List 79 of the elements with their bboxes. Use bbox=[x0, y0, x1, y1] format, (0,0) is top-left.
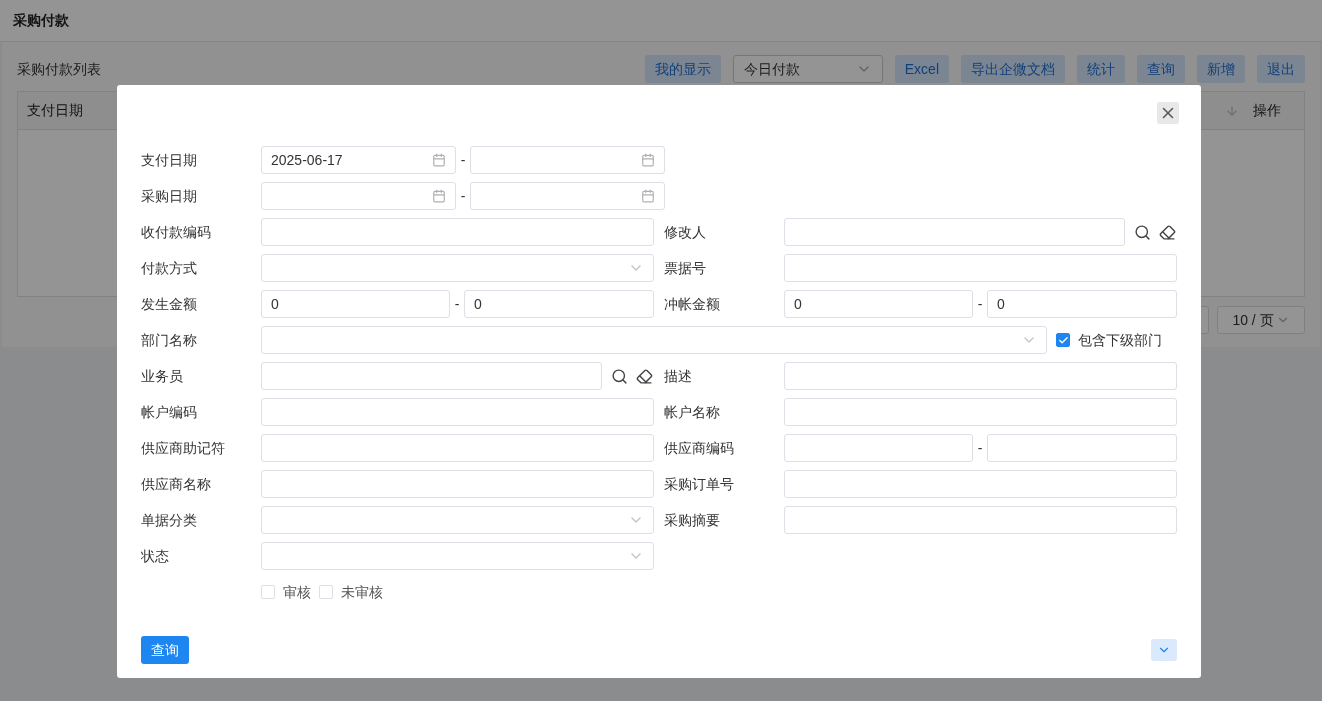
range-dash: - bbox=[459, 186, 467, 206]
field-label: 冲帐金额 bbox=[664, 294, 721, 314]
input-field[interactable] bbox=[261, 362, 602, 390]
field-label: 修改人 bbox=[664, 222, 707, 242]
input-field[interactable] bbox=[784, 470, 1177, 498]
view-select[interactable]: 今日付款 bbox=[732, 55, 883, 83]
list-title: 采购付款列表 bbox=[17, 59, 101, 79]
field-label: 描述 bbox=[664, 366, 693, 386]
input-field[interactable] bbox=[784, 218, 1125, 246]
field-label: 帐户编码 bbox=[141, 402, 198, 422]
checkbox[interactable] bbox=[1056, 333, 1070, 347]
field-label: 发生金额 bbox=[141, 294, 198, 314]
range-dash: - bbox=[976, 438, 984, 458]
toolbar-button[interactable]: 新增 bbox=[1197, 55, 1245, 83]
input-field[interactable] bbox=[784, 434, 973, 462]
toolbar-button[interactable]: 统计 bbox=[1077, 55, 1125, 83]
input-field[interactable]: 0 bbox=[464, 290, 654, 318]
field-label: 供应商名称 bbox=[141, 474, 212, 494]
field-label: 票据号 bbox=[664, 258, 707, 278]
select-field[interactable] bbox=[261, 506, 654, 534]
select-field[interactable] bbox=[261, 254, 654, 282]
toolbar-button[interactable]: 查询 bbox=[1137, 55, 1185, 83]
toolbar-button[interactable]: Excel bbox=[894, 55, 949, 83]
input-field[interactable] bbox=[784, 362, 1177, 390]
eraser-icon[interactable] bbox=[1159, 223, 1176, 241]
query-button[interactable]: 查询 bbox=[141, 636, 189, 664]
input-field[interactable]: 0 bbox=[784, 290, 973, 318]
field-label: 单据分类 bbox=[141, 510, 198, 530]
calendar-icon bbox=[432, 189, 446, 203]
calendar-icon bbox=[641, 189, 655, 203]
checkbox-label: 未审核 bbox=[341, 582, 383, 602]
select-field[interactable] bbox=[261, 326, 1047, 354]
date-field[interactable] bbox=[470, 146, 665, 174]
calendar-icon bbox=[641, 153, 655, 167]
search-icon[interactable] bbox=[611, 367, 628, 385]
toolbar-button[interactable]: 我的显示 bbox=[644, 55, 721, 83]
field-label: 部门名称 bbox=[141, 330, 198, 350]
checkbox-label: 审核 bbox=[283, 582, 311, 602]
range-dash: - bbox=[453, 294, 461, 314]
column-header: 操作 bbox=[1253, 101, 1281, 120]
sort-icon[interactable] bbox=[1225, 103, 1239, 118]
input-field[interactable] bbox=[261, 470, 654, 498]
input-field[interactable]: 0 bbox=[261, 290, 450, 318]
date-field[interactable]: 2025-06-17 bbox=[261, 146, 456, 174]
column-header: 支付日期 bbox=[27, 101, 83, 120]
range-dash: - bbox=[976, 294, 984, 314]
input-field[interactable] bbox=[261, 434, 654, 462]
close-button[interactable] bbox=[1157, 102, 1179, 124]
input-field[interactable] bbox=[261, 398, 654, 426]
date-field[interactable] bbox=[261, 182, 456, 210]
input-field[interactable] bbox=[784, 398, 1177, 426]
field-label: 业务员 bbox=[141, 366, 184, 386]
input-field[interactable] bbox=[987, 434, 1177, 462]
calendar-icon bbox=[432, 153, 446, 167]
field-label: 采购日期 bbox=[141, 186, 198, 206]
checkbox-label: 包含下级部门 bbox=[1078, 330, 1162, 350]
toolbar-button[interactable]: 导出企微文档 bbox=[961, 55, 1065, 83]
field-label: 采购摘要 bbox=[664, 510, 721, 530]
input-field[interactable] bbox=[784, 506, 1177, 534]
eraser-icon[interactable] bbox=[636, 367, 653, 385]
field-label: 收付款编码 bbox=[141, 222, 212, 242]
field-label: 采购订单号 bbox=[664, 474, 735, 494]
field-label: 付款方式 bbox=[141, 258, 198, 278]
page-title: 采购付款 bbox=[13, 11, 69, 30]
page-size-select[interactable]: 10 / 页 bbox=[1217, 306, 1305, 334]
field-label: 帐户名称 bbox=[664, 402, 721, 422]
field-label: 供应商编码 bbox=[664, 438, 735, 458]
date-field[interactable] bbox=[470, 182, 665, 210]
field-label: 状态 bbox=[141, 546, 170, 566]
select-field[interactable] bbox=[261, 542, 654, 570]
field-label: 支付日期 bbox=[141, 150, 198, 170]
input-field[interactable]: 0 bbox=[987, 290, 1177, 318]
input-field[interactable] bbox=[261, 218, 654, 246]
search-icon[interactable] bbox=[1134, 223, 1151, 241]
field-label: 供应商助记符 bbox=[141, 438, 226, 458]
input-field[interactable] bbox=[784, 254, 1177, 282]
toolbar-button[interactable]: 退出 bbox=[1257, 55, 1305, 83]
range-dash: - bbox=[459, 150, 467, 170]
expand-button[interactable] bbox=[1151, 639, 1177, 661]
